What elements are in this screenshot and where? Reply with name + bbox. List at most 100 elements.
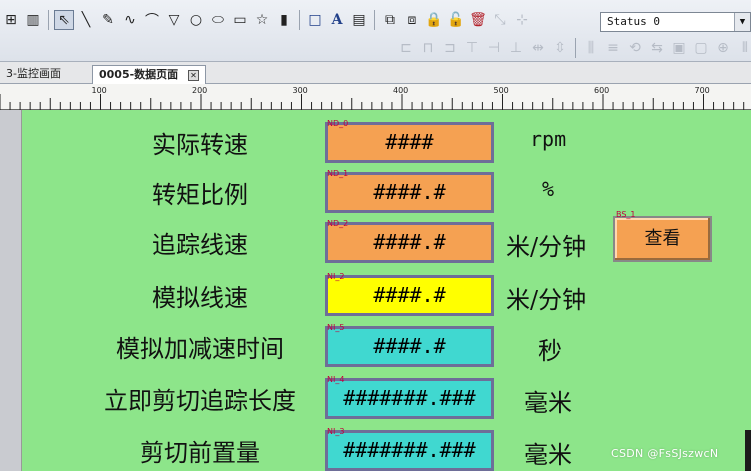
tab-monitor-screen[interactable]: 3-监控画面 [0,65,67,84]
ruler-label: 400 [393,86,408,95]
numeric-field[interactable]: ND_1 ####.# [325,169,494,213]
distribute-h-icon[interactable]: ⫼ [581,38,601,58]
select-pointer-icon[interactable]: ⇖ [54,10,74,30]
toolbar: ⊞ ▥ ⇖ ╲ ✎ ∿ ⌒ ▽ ○ ⬭ ▭ ☆ ▮ □ A ▤ ⧉ ⧈ 🔒 🔓 🗑 ⤡ ⊹ ⊏ ⊓ ⊐ ⊤ ⊣ ⊥ ⇹ ⇳ ⫼ ≡ ⟲ ⇆ ▣ ▢ ⊕ ⫴… [0,0,751,62]
numeric-field[interactable]: NI_3 #######.### [325,427,494,471]
unit-label: 米/分钟 [506,286,587,314]
field-value: #######.### [343,438,476,462]
ruler-label: 200 [192,86,207,95]
field-value: #######.### [343,386,476,410]
grid-icon[interactable]: ⊞ [1,10,21,30]
field-value: ####.# [373,334,446,358]
toolbar-separator [48,10,49,30]
pen-tool-icon[interactable]: ✎ [98,10,118,30]
numeric-field[interactable]: ND_2 ####.# [325,219,494,263]
unit-label: 毫米 [524,389,572,417]
close-icon[interactable]: ✕ [188,69,200,81]
tab-label: 0005-数据页面 [99,68,179,81]
spacing-icon[interactable]: ⫴ [735,38,751,58]
numeric-field[interactable]: NI_2 ####.# [325,272,494,316]
toolbar-row-drawing: ⊞ ▥ ⇖ ╲ ✎ ∿ ⌒ ▽ ○ ⬭ ▭ ☆ ▮ □ A ▤ ⧉ ⧈ 🔒 🔓 🗑 ⤡ ⊹ [0,6,533,34]
align-left-icon[interactable]: ⊏ [396,38,416,58]
line-tool-icon[interactable]: ╲ [76,10,96,30]
frame-tool-icon[interactable]: □ [305,10,325,30]
view-button-label: 查看 [644,228,681,249]
toolbar-separator [374,10,375,30]
hmi-editor-window: ⊞ ▥ ⇖ ╲ ✎ ∿ ⌒ ▽ ○ ⬭ ▭ ☆ ▮ □ A ▤ ⧉ ⧈ 🔒 🔓 🗑 ⤡ ⊹ ⊏ ⊓ ⊐ ⊤ ⊣ ⊥ ⇹ ⇳ ⫼ ≡ ⟲ ⇆ ▣ ▢ ⊕ ⫴… [0,0,751,471]
star-tool-icon[interactable]: ☆ [252,10,272,30]
unit-label: % [542,177,555,201]
distribute-v-icon[interactable]: ≡ [603,38,623,58]
status-select[interactable]: Status 0 ▼ [600,12,751,32]
group-icon[interactable]: ⧉ [380,10,400,30]
arc-tool-icon[interactable]: ⌒ [142,10,162,30]
send-back-icon[interactable]: ▢ [691,38,711,58]
chart-icon[interactable]: ▥ [23,10,43,30]
field-value: ####.# [373,230,446,254]
view-button[interactable]: BS_1 查看 [613,210,712,262]
lock-icon[interactable]: 🔒 [424,10,444,30]
unlock-icon[interactable]: 🔓 [446,10,466,30]
tab-data-page[interactable]: 0005-数据页面 ✕ [92,65,207,84]
polygon-tool-icon[interactable]: ▽ [164,10,184,30]
object-id-label: ND_0 [327,119,349,128]
watermark: CSDN @FsSJszwcN [611,447,719,460]
left-gutter [0,110,22,471]
object-id-label: NI_4 [327,375,345,384]
polyline-tool-icon[interactable]: ∿ [120,10,140,30]
field-label: 立即剪切追踪长度 [104,387,296,415]
horizontal-ruler: 100 200 300 400 500 600 700 [0,84,751,110]
numeric-field[interactable]: NI_4 #######.### [325,375,494,419]
align-top-icon[interactable]: ⊤ [462,38,482,58]
same-width-icon[interactable]: ⇹ [528,38,548,58]
picture-tool-icon[interactable]: ▤ [349,10,369,30]
bar-tool-icon[interactable]: ▮ [274,10,294,30]
align-right-icon[interactable]: ⊐ [440,38,460,58]
field-label: 模拟加减速时间 [116,335,284,363]
bring-front-icon[interactable]: ▣ [669,38,689,58]
field-value: #### [385,130,434,154]
tab-label: 3-监控画面 [6,67,61,80]
align-middle-icon[interactable]: ⊣ [484,38,504,58]
object-id-label: NI_2 [327,272,345,281]
align-center-icon[interactable]: ⊓ [418,38,438,58]
object-id-label: ND_2 [327,219,349,228]
object-id-label: NI_5 [327,323,345,332]
flip-icon[interactable]: ⇆ [647,38,667,58]
field-label: 转矩比例 [152,181,248,209]
field-label: 模拟线速 [152,284,248,312]
ruler-label: 600 [594,86,609,95]
toolbar-separator [299,10,300,30]
object-id-label: BS_1 [616,210,636,219]
align-bottom-icon[interactable]: ⊥ [506,38,526,58]
text-tool-icon[interactable]: A [327,10,347,30]
rectangle-tool-icon[interactable]: ▭ [230,10,250,30]
unit-label: 秒 [538,337,562,365]
chevron-down-icon[interactable]: ▼ [734,13,750,31]
field-label: 追踪线速 [152,231,248,259]
unit-label: 米/分钟 [506,233,587,261]
grid-snap-icon[interactable]: ⊹ [512,10,532,30]
rotate-icon[interactable]: ⟲ [625,38,645,58]
numeric-field[interactable]: ND_0 #### [325,119,494,163]
ungroup-icon[interactable]: ⧈ [402,10,422,30]
ruler-label: 700 [695,86,710,95]
unit-label: 毫米 [524,441,572,469]
delete-icon[interactable]: 🗑 [468,10,488,30]
design-canvas[interactable]: 实际转速 ND_0 #### rpm 转矩比例 ND_1 ####.#% 追踪线速 ND_2 ##… [22,110,751,471]
resize-icon[interactable]: ⤡ [490,10,510,30]
numeric-field[interactable]: NI_5 ####.# [325,323,494,367]
toolbar-separator [575,38,576,58]
circle-tool-icon[interactable]: ○ [186,10,206,30]
same-height-icon[interactable]: ⇳ [550,38,570,58]
window-edge [745,430,751,471]
ruler-ticks: 100 200 300 400 500 600 700 [0,86,745,110]
unit-label: rpm [530,127,567,151]
center-icon[interactable]: ⊕ [713,38,733,58]
toolbar-row-alignment: ⊏ ⊓ ⊐ ⊤ ⊣ ⊥ ⇹ ⇳ ⫼ ≡ ⟲ ⇆ ▣ ▢ ⊕ ⫴ [395,34,751,62]
ruler-label: 100 [92,86,107,95]
status-select-value: Status 0 [607,15,660,28]
object-id-label: NI_3 [327,427,345,436]
ruler-label: 300 [293,86,308,95]
ellipse-tool-icon[interactable]: ⬭ [208,10,228,30]
